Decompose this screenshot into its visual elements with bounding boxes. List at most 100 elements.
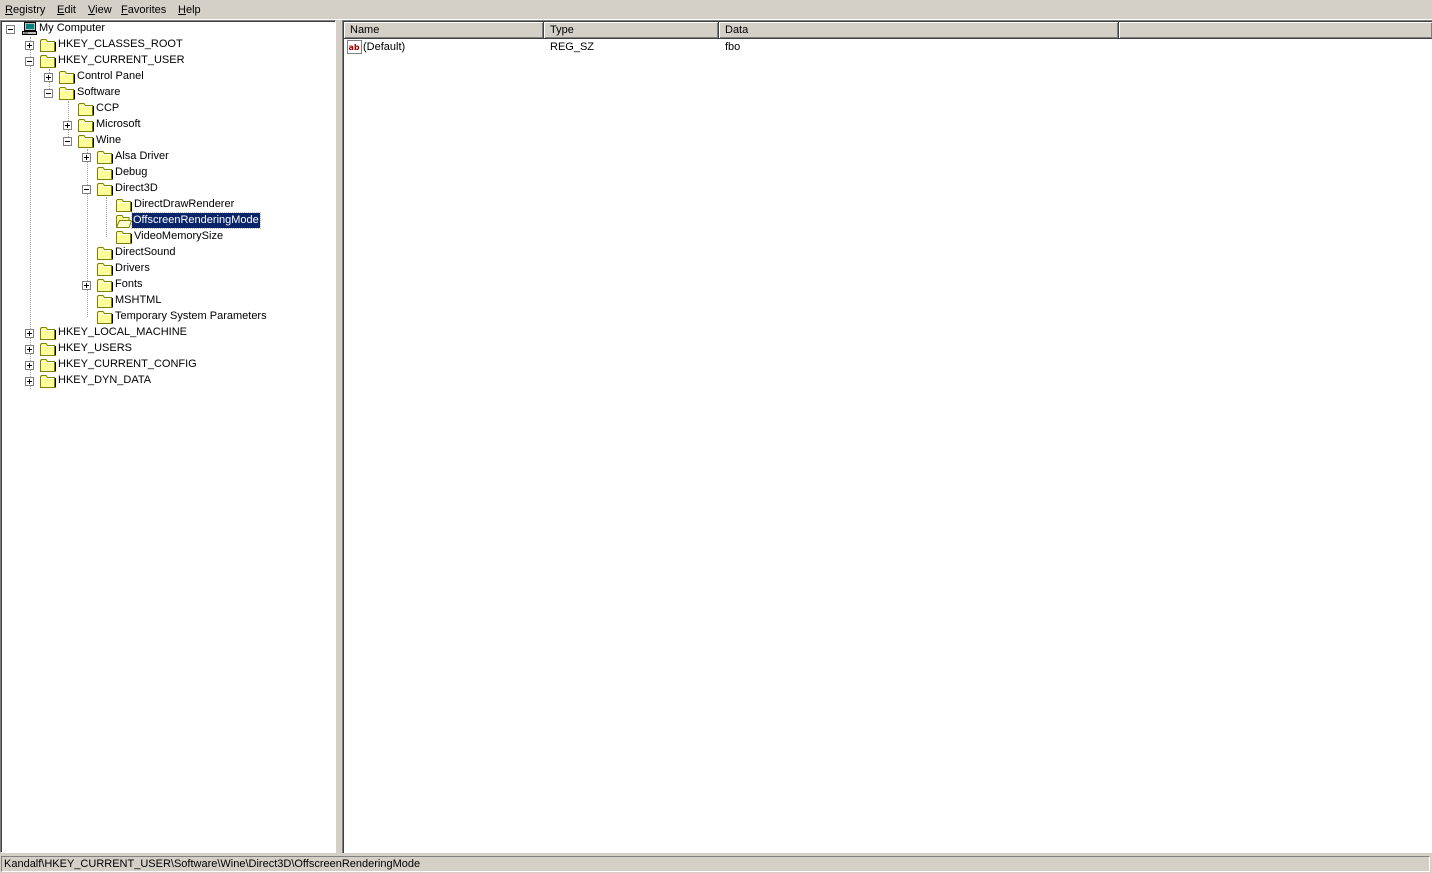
expand-icon[interactable] xyxy=(25,329,34,338)
value-data: fbo xyxy=(725,41,741,53)
expand-icon[interactable] xyxy=(82,153,91,162)
tree-node-wine[interactable]: Wine xyxy=(1,133,331,149)
tree-node-videomemorysize[interactable]: VideoMemorySize xyxy=(1,229,331,245)
folder-icon xyxy=(40,38,56,52)
collapse-icon[interactable] xyxy=(6,25,15,34)
collapse-icon[interactable] xyxy=(82,185,91,194)
menu-favorites-rest: avorites xyxy=(127,4,167,16)
tree-node-alsa-driver[interactable]: Alsa Driver xyxy=(1,149,331,165)
collapse-icon[interactable] xyxy=(63,137,72,146)
tree-label: VideoMemorySize xyxy=(134,230,224,242)
expand-icon[interactable] xyxy=(25,345,34,354)
values-list[interactable]: Name Type Data ab (Default) REG_SZ fbo xyxy=(342,20,1432,853)
menu-edit[interactable]: Edit xyxy=(57,3,76,18)
tree-node-hkey-dyn-data[interactable]: HKEY_DYN_DATA xyxy=(1,373,331,389)
computer-icon xyxy=(22,22,37,35)
menu-registry[interactable]: Registry xyxy=(5,3,45,18)
menu-registry-rest: egistry xyxy=(12,4,46,16)
tree-node-temporary-system-parameters[interactable]: Temporary System Parameters xyxy=(1,309,331,325)
tree-node-drivers[interactable]: Drivers xyxy=(1,261,331,277)
tree-node-hkey-current-config[interactable]: HKEY_CURRENT_CONFIG xyxy=(1,357,331,373)
menu-favorites[interactable]: Favorites xyxy=(121,3,166,18)
expand-icon[interactable] xyxy=(25,41,34,50)
column-header-filler xyxy=(1119,22,1432,39)
menu-help-rest: elp xyxy=(185,4,201,16)
tree-node-hkey-local-machine[interactable]: HKEY_LOCAL_MACHINE xyxy=(1,325,331,341)
tree-label: HKEY_CURRENT_USER xyxy=(58,54,185,66)
folder-icon xyxy=(59,70,75,84)
folder-icon xyxy=(40,358,56,372)
list-row[interactable]: ab (Default) REG_SZ fbo xyxy=(344,39,1344,55)
tree-label: Control Panel xyxy=(77,70,144,82)
tree-node-offscreenrenderingmode[interactable]: OffscreenRenderingMode xyxy=(1,212,331,229)
column-header-data[interactable]: Data xyxy=(719,22,1119,39)
tree-node-my-computer[interactable]: My Computer xyxy=(1,21,331,37)
menu-registry-accel: R xyxy=(5,4,13,16)
column-header-type[interactable]: Type xyxy=(544,22,719,39)
expand-icon[interactable] xyxy=(25,361,34,370)
tree-label: HKEY_CURRENT_CONFIG xyxy=(58,358,197,370)
tree-label: DirectDrawRenderer xyxy=(134,198,235,210)
tree-node-hkey-current-user[interactable]: HKEY_CURRENT_USER xyxy=(1,53,331,69)
folder-icon xyxy=(78,134,94,148)
folder-icon xyxy=(40,326,56,340)
tree-label-selected: OffscreenRenderingMode xyxy=(131,212,261,229)
tree-label: Fonts xyxy=(115,278,143,290)
menu-help[interactable]: Help xyxy=(178,3,201,18)
menu-help-accel: H xyxy=(178,4,186,16)
tree-node-control-panel[interactable]: Control Panel xyxy=(1,69,331,85)
folder-icon xyxy=(40,342,56,356)
list-header: Name Type Data xyxy=(344,22,1432,39)
column-header-name[interactable]: Name xyxy=(344,22,544,39)
folder-icon xyxy=(97,310,113,324)
tree-node-hkey-classes-root[interactable]: HKEY_CLASSES_ROOT xyxy=(1,37,331,53)
value-type: REG_SZ xyxy=(550,41,595,53)
tree-label: My Computer xyxy=(39,22,106,34)
menu-view[interactable]: View xyxy=(88,3,112,18)
tree-label: Software xyxy=(77,86,121,98)
tree-label: Debug xyxy=(115,166,148,178)
tree-node-debug[interactable]: Debug xyxy=(1,165,331,181)
expand-icon[interactable] xyxy=(63,121,72,130)
tree-node-software[interactable]: Software xyxy=(1,85,331,101)
folder-icon xyxy=(78,102,94,116)
tree-label: MSHTML xyxy=(115,294,162,306)
tree-node-hkey-users[interactable]: HKEY_USERS xyxy=(1,341,331,357)
status-bar: Kandalf\HKEY_CURRENT_USER\Software\Wine\… xyxy=(0,853,1432,873)
expand-icon[interactable] xyxy=(25,377,34,386)
tree-label: Alsa Driver xyxy=(115,150,169,162)
folder-icon xyxy=(97,246,113,260)
svg-text:ab: ab xyxy=(349,43,360,52)
tree-label: HKEY_USERS xyxy=(58,342,132,354)
folder-icon xyxy=(97,294,113,308)
string-value-icon: ab xyxy=(347,40,362,54)
value-name: (Default) xyxy=(363,41,406,53)
tree-label: Microsoft xyxy=(96,118,141,130)
folder-icon xyxy=(116,198,132,212)
tree-label: HKEY_DYN_DATA xyxy=(58,374,152,386)
tree-node-mshtml[interactable]: MSHTML xyxy=(1,293,331,309)
collapse-icon[interactable] xyxy=(25,57,34,66)
folder-icon xyxy=(97,182,113,196)
tree-node-directdrawrenderer[interactable]: DirectDrawRenderer xyxy=(1,197,331,213)
status-path: Kandalf\HKEY_CURRENT_USER\Software\Wine\… xyxy=(1,856,1430,872)
tree-label: CCP xyxy=(96,102,120,114)
tree-node-direct3d[interactable]: Direct3D xyxy=(1,181,331,197)
tree-label: Direct3D xyxy=(115,182,158,194)
folder-icon xyxy=(59,86,75,100)
registry-tree[interactable]: My Computer HKEY_CLASSES_ROOT HKEY_CURRE… xyxy=(0,20,336,853)
tree-node-microsoft[interactable]: Microsoft xyxy=(1,117,331,133)
folder-icon xyxy=(97,150,113,164)
collapse-icon[interactable] xyxy=(44,89,53,98)
tree-label: Temporary System Parameters xyxy=(115,310,267,322)
expand-icon[interactable] xyxy=(44,73,53,82)
expand-icon[interactable] xyxy=(82,281,91,290)
tree-node-ccp[interactable]: CCP xyxy=(1,101,331,117)
folder-icon xyxy=(40,54,56,68)
folder-icon xyxy=(40,374,56,388)
open-folder-icon xyxy=(116,214,132,228)
folder-icon xyxy=(97,278,113,292)
tree-node-fonts[interactable]: Fonts xyxy=(1,277,331,293)
tree-node-directsound[interactable]: DirectSound xyxy=(1,245,331,261)
folder-icon xyxy=(116,230,132,244)
